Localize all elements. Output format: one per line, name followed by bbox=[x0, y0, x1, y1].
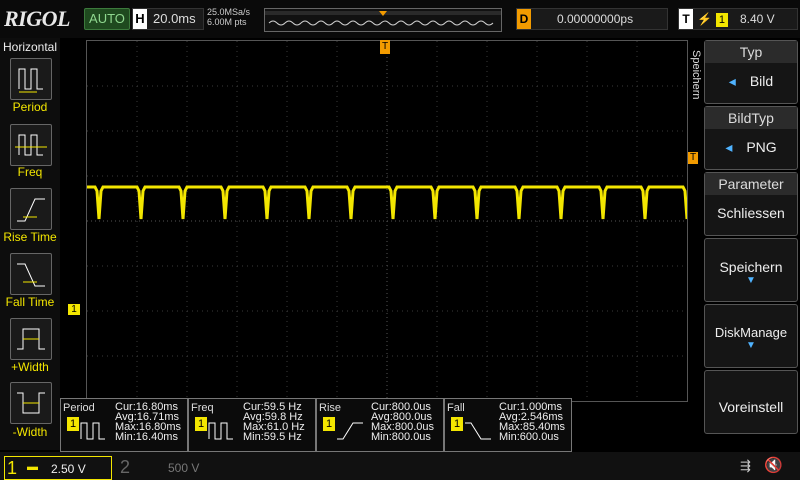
channel-1-label: 1 bbox=[7, 458, 18, 478]
period-icon bbox=[18, 68, 43, 93]
positive-width-button[interactable] bbox=[10, 318, 52, 360]
negative-width-icon bbox=[17, 392, 45, 414]
measurement-min: Min:800.0us bbox=[371, 431, 431, 443]
measurement-channel: 1 bbox=[195, 417, 207, 431]
acquisition-info: 25.0MSa/s 6.00M pts bbox=[207, 7, 250, 27]
sidebar-title: Horizontal bbox=[2, 40, 58, 54]
negative-width-label: -Width bbox=[12, 425, 48, 439]
channel-1-scale: 2.50 V bbox=[51, 462, 86, 476]
period-label: Period bbox=[12, 100, 48, 114]
auto-mode-badge[interactable]: AUTO bbox=[84, 8, 130, 30]
rising-edge-icon: ⚡ bbox=[697, 12, 712, 26]
trigger-box[interactable]: T ⚡ 1 8.40 V bbox=[678, 8, 798, 30]
period-button[interactable] bbox=[10, 58, 52, 100]
measure-sidebar: Horizontal Period Freq Rise Time Fall Ti… bbox=[0, 38, 60, 450]
measurement-min: Min:59.5 Hz bbox=[243, 431, 302, 443]
freq-label: Freq bbox=[17, 165, 43, 179]
measurement-channel: 1 bbox=[451, 417, 463, 431]
frequency-icon bbox=[15, 134, 47, 156]
channel-2-label: 2 bbox=[120, 457, 131, 477]
measurement-frequency[interactable]: Freq 1 Cur:59.5 Hz Avg:59.8 Hz Max:61.0 … bbox=[188, 398, 316, 452]
usb-icon: ⇶ bbox=[740, 458, 751, 473]
trigger-position-marker[interactable]: T bbox=[380, 40, 390, 54]
softkey-type-header: Typ bbox=[705, 41, 797, 63]
channel-1-ground-marker[interactable]: 1 bbox=[68, 304, 80, 315]
horizontal-label: H bbox=[133, 9, 147, 29]
softkey-type[interactable]: Typ ◂ Bild bbox=[704, 40, 798, 104]
fall-time-icon bbox=[17, 263, 45, 287]
channel-1-button[interactable]: 1 ▬ 2.50 V bbox=[4, 456, 112, 480]
top-status-bar: RIGOL AUTO H 20.0ms 25.0MSa/s 6.00M pts D… bbox=[0, 0, 800, 38]
freq-button[interactable] bbox=[10, 124, 52, 166]
select-arrow-icon: ◂ bbox=[725, 139, 733, 155]
trigger-level-marker[interactable]: T bbox=[688, 152, 698, 164]
fall-time-icon bbox=[465, 422, 491, 440]
memory-depth: 6.00M pts bbox=[207, 17, 247, 27]
speaker-mute-icon[interactable]: 🔇 bbox=[764, 456, 783, 474]
side-label-text: Speichern bbox=[690, 50, 702, 100]
period-icon bbox=[80, 422, 105, 440]
chevron-down-icon: ▼ bbox=[746, 340, 756, 351]
chevron-down-icon: ▼ bbox=[746, 275, 756, 286]
measurement-channel: 1 bbox=[323, 417, 335, 431]
measurement-min: Min:16.40ms bbox=[115, 431, 178, 443]
graticule bbox=[87, 41, 689, 401]
softkey-image-type[interactable]: BildTyp ◂ PNG bbox=[704, 106, 798, 170]
measurement-name: Period bbox=[63, 402, 95, 414]
measurement-name: Fall bbox=[447, 402, 465, 414]
rigol-logo: RIGOL bbox=[4, 6, 70, 31]
softkey-disk-manage[interactable]: DiskManage ▼ bbox=[704, 304, 798, 368]
memory-waveform-overview bbox=[265, 11, 501, 26]
trigger-source: 1 bbox=[715, 13, 728, 27]
softkey-save[interactable]: Speichern ▼ bbox=[704, 238, 798, 302]
measurement-min: Min:600.0us bbox=[499, 431, 559, 443]
positive-width-icon bbox=[17, 328, 45, 350]
measurement-fall[interactable]: Fall 1 Cur:1.000ms Avg:2.546ms Max:85.40… bbox=[444, 398, 572, 452]
memory-overview bbox=[264, 8, 502, 32]
softkey-parameter-header: Parameter bbox=[705, 173, 797, 195]
softkey-save-label: Speichern bbox=[719, 259, 783, 275]
measurement-name: Freq bbox=[191, 402, 214, 414]
negative-width-button[interactable] bbox=[10, 382, 52, 424]
save-softkey-menu: Typ ◂ Bild BildTyp ◂ PNG Parameter Schlies… bbox=[704, 38, 800, 450]
channel-2-button[interactable]: 2 500 V bbox=[114, 456, 224, 478]
softkey-parameter-value: Schliessen bbox=[717, 205, 785, 221]
save-menu-side-label: Speichern bbox=[688, 50, 702, 112]
softkey-image-type-value: PNG bbox=[746, 139, 777, 155]
channel-status-bar: 1 ▬ 2.50 V 2 500 V ⇶ 🔇 bbox=[0, 452, 800, 480]
measurement-name: Rise bbox=[319, 402, 342, 414]
trigger-label: T bbox=[679, 9, 693, 29]
measurement-channel: 1 bbox=[67, 417, 79, 431]
delay-value: 0.00000000ps bbox=[557, 12, 634, 26]
trigger-delay-box[interactable]: D 0.00000000ps bbox=[516, 8, 668, 30]
positive-width-label: +Width bbox=[11, 360, 49, 374]
timebase-value: 20.0ms bbox=[153, 11, 196, 26]
select-arrow-icon: ◂ bbox=[728, 73, 736, 89]
rise-time-button[interactable] bbox=[10, 188, 52, 230]
measurement-period[interactable]: Period 1 Cur:16.80ms Avg:16.71ms Max:16.… bbox=[60, 398, 188, 452]
rise-time-icon bbox=[337, 422, 363, 440]
softkey-preset[interactable]: Voreinstell bbox=[704, 370, 798, 434]
measurement-rise[interactable]: Rise 1 Cur:800.0us Avg:800.0us Max:800.0… bbox=[316, 398, 444, 452]
softkey-parameter[interactable]: Parameter Schliessen bbox=[704, 172, 798, 236]
sample-rate: 25.0MSa/s bbox=[207, 7, 251, 17]
coupling-icon: ▬ bbox=[27, 461, 38, 473]
channel-1-waveform bbox=[87, 185, 689, 220]
rise-time-label: Rise Time bbox=[3, 230, 57, 244]
timebase-box[interactable]: H 20.0ms bbox=[132, 8, 204, 30]
waveform-display[interactable] bbox=[86, 40, 689, 402]
trigger-level: 8.40 V bbox=[739, 12, 775, 26]
delay-label: D bbox=[517, 9, 531, 29]
frequency-icon bbox=[208, 422, 233, 440]
softkey-type-value: Bild bbox=[749, 73, 774, 89]
softkey-preset-label: Voreinstell bbox=[718, 399, 784, 415]
fall-time-button[interactable] bbox=[10, 253, 52, 295]
fall-time-label: Fall Time bbox=[5, 295, 55, 309]
rise-time-icon bbox=[17, 198, 45, 222]
channel-2-scale: 500 V bbox=[168, 461, 200, 475]
softkey-disk-manage-label: DiskManage bbox=[714, 325, 788, 340]
softkey-image-type-header: BildTyp bbox=[705, 107, 797, 129]
